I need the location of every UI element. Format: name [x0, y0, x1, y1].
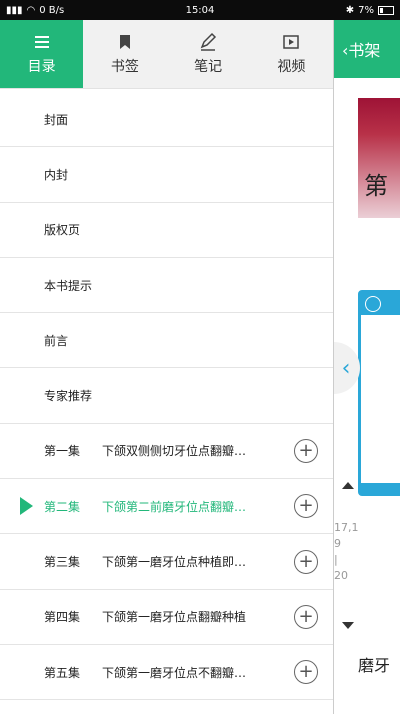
toc-item-cover[interactable]: 封面 — [0, 92, 333, 148]
episode-subtitle: 下颌第二前磨牙位点翻瓣… — [102, 499, 247, 514]
toc-item-copyright[interactable]: 版权页 — [0, 203, 333, 258]
toc-list: 封面 内封 版权页 本书提示 前言 专家推荐 第一集 下颌双侧侧切牙位点翻瓣… … — [0, 92, 333, 701]
bookmark-icon — [119, 35, 130, 49]
toc-item-inner-cover[interactable]: 内封 — [0, 147, 333, 203]
toc-item-episode-2[interactable]: 第二集 下颌第二前磨牙位点翻瓣… + — [0, 479, 333, 535]
toc-title: 专家推荐 — [44, 389, 93, 404]
bluetooth-icon: ✱ — [345, 4, 355, 16]
reader-header: ‹书架 — [334, 20, 400, 78]
add-icon[interactable]: + — [294, 660, 318, 685]
episode-subtitle: 下颌第一磨牙位点翻瓣种植 — [102, 610, 247, 625]
video-icon — [283, 35, 300, 49]
back-to-bookshelf-button[interactable]: ‹书架 — [342, 37, 380, 61]
toc-item-episode-4[interactable]: 第四集 下颌第一磨牙位点翻瓣种植 + — [0, 590, 333, 645]
toc-title: 前言 — [44, 333, 69, 348]
add-icon[interactable]: + — [294, 494, 318, 519]
tab-bookmark[interactable]: 书签 — [83, 20, 166, 88]
tab-catalog[interactable]: 目录 — [0, 20, 84, 88]
toc-item-tips[interactable]: 本书提示 — [0, 258, 333, 314]
toc-item-episode-3[interactable]: 第三集 下颌第一磨牙位点种植即… + — [0, 534, 333, 590]
add-icon[interactable]: + — [294, 549, 318, 574]
episode-label: 第四集 — [44, 610, 81, 625]
video-title-bar — [361, 293, 400, 315]
video-progress-bar — [361, 483, 400, 493]
toc-title: 内封 — [44, 167, 69, 182]
status-bar: ▮▮▮ ◠ 0 B/s 15:04 ✱ 7% — [0, 0, 400, 20]
reader-pane: ‹书架 第 ‹ 17,1 9 | 20 磨牙 — [333, 20, 400, 714]
chevron-left-icon: ‹ — [341, 355, 351, 381]
tab-label: 目录 — [27, 59, 56, 75]
pen-icon — [200, 32, 217, 51]
add-icon[interactable]: + — [294, 604, 318, 629]
video-card[interactable] — [358, 290, 400, 496]
toc-item-episode-5[interactable]: 第五集 下颌第一磨牙位点不翻瓣… + — [0, 645, 333, 701]
tab-label: 笔记 — [194, 59, 223, 75]
toc-item-episode-1[interactable]: 第一集 下颌双侧侧切牙位点翻瓣… + — [0, 424, 333, 480]
tab-notes[interactable]: 笔记 — [167, 20, 250, 88]
cover-text: 第 — [364, 172, 388, 200]
toc-title: 封面 — [44, 112, 69, 127]
arrow-down-icon[interactable] — [342, 622, 354, 629]
tab-label: 视频 — [277, 59, 306, 75]
status-time: 15:04 — [185, 4, 215, 16]
episode-subtitle: 下颌第一磨牙位点不翻瓣… — [102, 665, 247, 680]
toc-item-recommend[interactable]: 专家推荐 — [0, 368, 333, 424]
play-indicator-icon — [20, 497, 33, 516]
battery-icon — [378, 5, 394, 15]
tab-label: 书签 — [110, 59, 139, 75]
book-cover-image: 第 — [358, 98, 400, 218]
episode-label: 第三集 — [44, 555, 81, 570]
toc-item-preface[interactable]: 前言 — [0, 313, 333, 369]
toc-title: 本书提示 — [44, 278, 93, 293]
toc-title: 版权页 — [44, 223, 81, 238]
episode-label: 第二集 — [44, 499, 81, 514]
episode-subtitle: 下颌双侧侧切牙位点翻瓣… — [102, 444, 247, 459]
page-counter: 17,1 9 | 20 — [334, 521, 359, 582]
episode-label: 第一集 — [44, 444, 81, 459]
tab-video[interactable]: 视频 — [250, 20, 333, 88]
add-icon[interactable]: + — [294, 438, 318, 463]
episode-subtitle: 下颌第一磨牙位点种植即… — [102, 555, 247, 570]
collapse-panel-button[interactable]: ‹ — [334, 342, 360, 394]
reader-text: 磨牙 — [358, 656, 391, 675]
battery-percent: 7% — [358, 4, 374, 16]
arrow-up-icon[interactable] — [342, 482, 354, 489]
status-right: ✱ 7% — [346, 5, 394, 16]
episode-label: 第五集 — [44, 665, 81, 680]
catalog-panel: 目录 书签 笔记 视频 封面 内封 版权页 本书提示 前言 专家推荐 第一集 下… — [0, 20, 333, 714]
play-circle-icon — [365, 296, 381, 312]
list-icon — [34, 36, 49, 48]
tab-bar: 目录 书签 笔记 视频 — [0, 20, 333, 89]
